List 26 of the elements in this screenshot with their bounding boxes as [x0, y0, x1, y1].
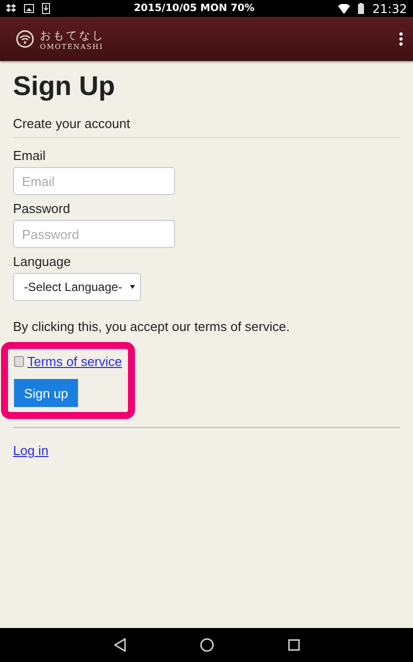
login-link[interactable]: Log in [13, 443, 48, 458]
clock: 21:32 [372, 2, 407, 16]
home-icon[interactable] [200, 638, 214, 652]
terms-note: By clicking this, you accept our terms of service. [13, 319, 291, 334]
image-icon [24, 4, 34, 13]
back-icon[interactable] [114, 638, 126, 652]
field-label: Language [13, 254, 72, 269]
field-label: Password [13, 201, 72, 216]
language-select[interactable]: -Select Language- [13, 273, 141, 301]
download-icon [42, 3, 50, 14]
signup-button[interactable]: Sign up [14, 379, 78, 407]
terms-link[interactable]: Terms of service [27, 354, 122, 369]
checkbox[interactable] [14, 356, 24, 367]
logo-icon [16, 30, 34, 48]
battery-icon [358, 3, 364, 14]
page-subheading: Create your account [13, 116, 400, 138]
input-field[interactable]: Email [13, 167, 175, 195]
caret-icon [130, 285, 135, 289]
recents-icon[interactable] [288, 639, 300, 651]
input-field[interactable]: Password [13, 220, 175, 248]
more-icon[interactable] [399, 32, 403, 46]
field-label: Email [13, 148, 47, 163]
app-title: おもてなし [40, 28, 106, 42]
wifi-icon [338, 4, 350, 14]
page-heading: Sign Up [13, 71, 116, 102]
status-text: 2015/10/05 MON 70% [132, 3, 256, 14]
